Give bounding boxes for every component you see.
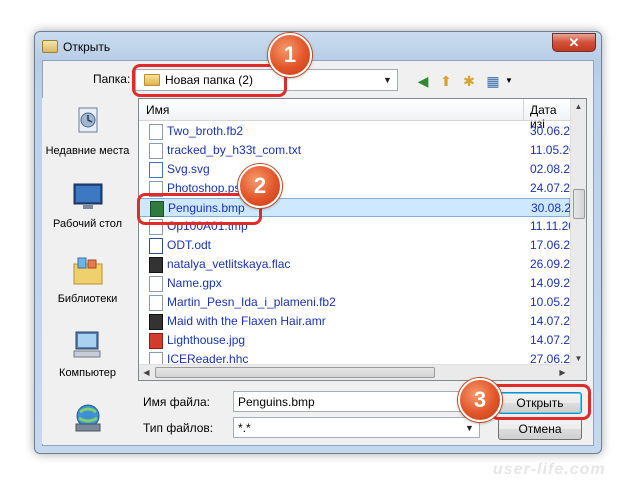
scroll-right-icon[interactable]: ▶ [555,365,570,380]
file-row[interactable]: Maid with the Flaxen Hair.amr 14.07.20 [139,312,572,331]
file-date: 11.05.20 [530,143,572,157]
odt-file-icon [149,238,163,254]
jpg-file-icon [149,333,163,349]
file-name: Name.gpx [167,276,222,290]
folder-label: Папка: [93,72,131,86]
horizontal-scrollbar[interactable]: ◀ ▶ [139,364,570,380]
close-button[interactable]: ✕ [552,33,596,52]
up-folder-icon[interactable]: ⬆ [437,72,455,90]
file-name: Lighthouse.jpg [167,333,246,347]
cancel-button[interactable]: Отмена [498,418,582,440]
titlebar[interactable]: Открыть ✕ [35,32,601,60]
place-network[interactable] [42,402,133,437]
file-row[interactable]: natalya_vetlitskaya.flac 26.09.20 [139,255,572,274]
place-label: Библиотеки [57,293,118,305]
place-desktop[interactable]: Рабочий стол [42,183,133,230]
vertical-scroll-thumb[interactable] [573,189,585,219]
file-date: 17.06.20 [530,238,572,252]
txt-file-icon [149,143,163,159]
computer-icon [73,331,100,358]
recent-places-icon [78,107,97,133]
file-date: 10.05.20 [530,295,572,309]
filetype-select[interactable]: *.* ▼ [233,417,480,438]
desktop-icon [73,183,102,209]
file-date: 30.08.20 [531,201,573,215]
file-date: 02.08.20 [530,162,572,176]
column-separator[interactable] [523,99,524,121]
place-libraries[interactable]: Библиотеки [42,256,133,305]
place-label: Компьютер [59,367,116,379]
back-icon[interactable]: ◀ [414,72,432,90]
file-list[interactable]: Имя Дата изі Two_broth.fb2 30.06.20 trac… [138,98,587,381]
filename-label: Имя файла: [143,395,210,409]
filetype-value: *.* [238,421,251,435]
file-name: Two_broth.fb2 [167,124,244,138]
place-computer[interactable]: Компьютер [42,330,133,379]
step-badge-1: 1 [268,33,312,77]
file-row[interactable]: Lighthouse.jpg 14.07.20 [139,331,572,350]
svg-file-icon [149,162,163,178]
file-row[interactable]: Name.gpx 14.09.20 [139,274,572,293]
highlight-folder [132,64,287,97]
file-row[interactable]: Two_broth.fb2 30.06.20 [139,122,572,141]
fb2-file-icon [149,124,163,140]
chevron-down-icon[interactable]: ▼ [465,422,475,434]
place-recent[interactable]: Недавние места [42,106,133,157]
places-bar: Недавние места Рабочий стол Библиотеки К… [42,98,133,444]
file-date: 14.09.20 [530,276,572,290]
file-date: 11.11.20 [530,219,572,233]
file-date: 14.07.20 [530,314,572,328]
file-name: Svg.svg [167,162,210,176]
file-row[interactable]: tracked_by_h33t_com.txt 11.05.20 [139,141,572,160]
views-dropdown-icon[interactable]: ▼ [500,72,518,90]
step-badge-2: 2 [238,164,282,208]
fb2-file-icon [149,295,163,311]
scroll-up-icon[interactable]: ▲ [571,99,586,114]
filename-input[interactable]: Penguins.bmp [233,391,480,412]
chevron-down-icon[interactable]: ▼ [383,74,393,86]
file-row[interactable]: Martin_Pesn_Ida_i_plameni.fb2 10.05.20 [139,293,572,312]
file-date: 14.07.20 [530,333,572,347]
file-row[interactable]: Svg.svg 02.08.20 [139,160,572,179]
file-date: 24.07.20 [530,181,572,195]
highlight-open-button [490,384,591,420]
watermark: user-life.com [493,461,606,478]
dialog-icon [42,40,58,53]
scroll-left-icon[interactable]: ◀ [139,365,154,380]
step-badge-3: 3 [458,378,502,422]
list-header: Имя Дата изі [139,99,570,131]
file-name: tracked_by_h33t_com.txt [167,143,302,157]
filename-value: Penguins.bmp [238,395,315,409]
window-title: Открыть [63,40,111,54]
place-label: Недавние места [45,145,130,157]
scroll-corner [570,364,586,380]
file-name: Maid with the Flaxen Hair.amr [167,314,326,328]
column-name-header[interactable]: Имя [146,103,169,117]
gpx-file-icon [149,276,163,292]
flac-file-icon [149,257,163,273]
file-date: 30.06.20 [530,124,572,138]
network-icon [75,404,100,432]
amr-file-icon [149,314,163,330]
file-name: Martin_Pesn_Ida_i_plameni.fb2 [167,295,336,309]
place-label: Рабочий стол [52,218,123,230]
file-name: natalya_vetlitskaya.flac [167,257,291,271]
vertical-scrollbar[interactable]: ▲ ▼ [570,99,586,366]
libraries-icon [73,257,102,285]
file-name: ODT.odt [167,238,212,252]
new-folder-icon[interactable]: ✱ [460,72,478,90]
file-date: 26.09.20 [530,257,572,271]
filetype-label: Тип файлов: [143,421,214,435]
file-row[interactable]: ODT.odt 17.06.20 [139,236,572,255]
horizontal-scroll-thumb[interactable] [155,367,435,378]
